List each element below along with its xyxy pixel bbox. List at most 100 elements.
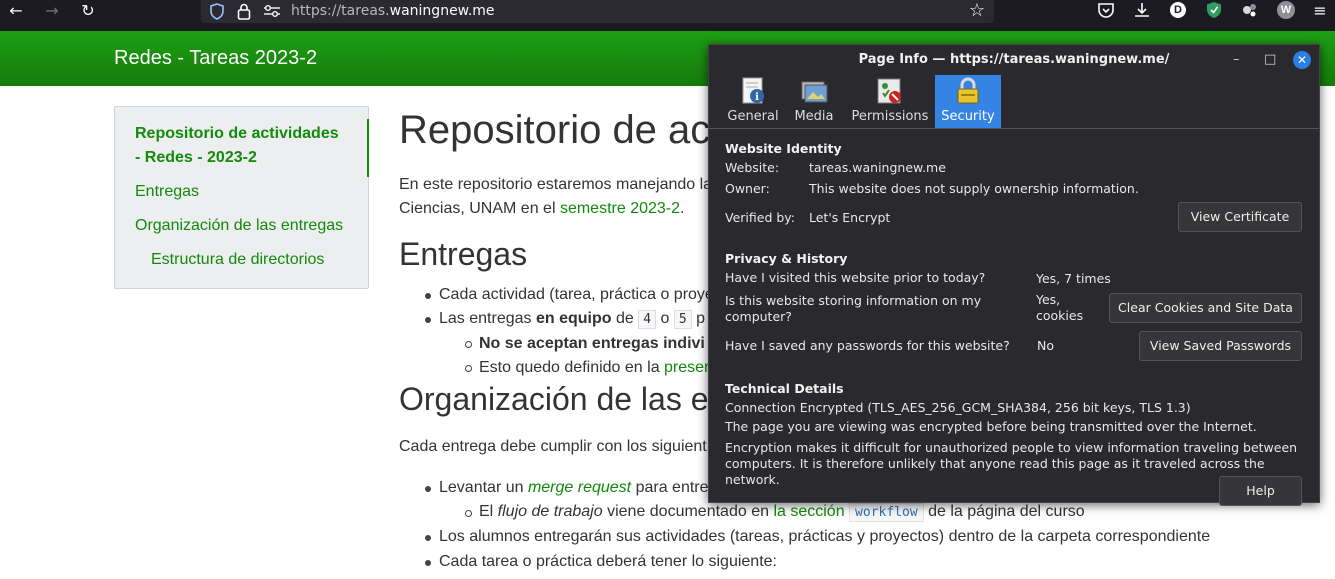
sidebar-item-line: - Redes - 2023-2 bbox=[135, 149, 257, 166]
tab-permissions[interactable]: Permissions bbox=[849, 75, 931, 128]
list-text: El bbox=[479, 503, 498, 520]
merge-request-link[interactable]: merge request bbox=[528, 479, 631, 496]
pocket-icon[interactable] bbox=[1097, 2, 1115, 19]
sidebar-item-organizacion[interactable]: Organización de las entregas bbox=[135, 214, 343, 238]
clear-cookies-button[interactable]: Clear Cookies and Site Data bbox=[1109, 293, 1302, 323]
media-icon bbox=[801, 81, 828, 103]
sub-list-item: Esto quedo definido en la preser bbox=[479, 356, 709, 380]
permissions-icon bbox=[877, 78, 901, 104]
list-text: Esto quedo definido en la bbox=[479, 359, 665, 376]
answer-line: cookies bbox=[1036, 308, 1084, 323]
workflow-code-link[interactable]: workflow bbox=[849, 503, 924, 522]
tracking-shield-icon[interactable] bbox=[209, 3, 225, 20]
bullet-dot bbox=[425, 293, 431, 299]
tab-general[interactable]: i General bbox=[723, 75, 783, 128]
menu-icon[interactable]: ≡ bbox=[1312, 0, 1328, 22]
connection-details: Connection Encrypted (TLS_AES_256_GCM_SH… bbox=[725, 400, 1191, 415]
extension-puzzle-icon[interactable] bbox=[1241, 1, 1259, 19]
owner-label: Owner: bbox=[725, 181, 770, 196]
list-text: de la página del curso bbox=[923, 503, 1085, 520]
visited-answer: Yes, 7 times bbox=[1036, 271, 1111, 286]
maximize-button[interactable]: □ bbox=[1264, 52, 1276, 67]
bullet-dot bbox=[425, 317, 431, 323]
technical-heading: Technical Details bbox=[725, 381, 844, 396]
answer-line: Yes, bbox=[1036, 292, 1061, 307]
active-item-indicator bbox=[367, 119, 369, 177]
tab-media[interactable]: Media bbox=[791, 75, 837, 128]
list-bold: en equipo bbox=[535, 310, 612, 327]
url-bar[interactable]: https://tareas.waningnew.me ☆ bbox=[201, 0, 994, 23]
storing-answer: Yes, cookies bbox=[1036, 292, 1083, 324]
tab-label: Media bbox=[794, 109, 834, 124]
verified-label: Verified by: bbox=[725, 210, 795, 225]
close-button[interactable]: ✕ bbox=[1293, 51, 1311, 69]
list-text: de bbox=[611, 310, 639, 327]
extension-shield-icon[interactable] bbox=[1206, 1, 1222, 19]
list-item: Cada actividad (tarea, práctica o proye bbox=[439, 286, 714, 303]
back-arrow-icon[interactable]: ← bbox=[6, 0, 26, 22]
list-item: Levantar un merge request para entre bbox=[439, 476, 709, 500]
explanation-line: Encryption makes it difficult for unauth… bbox=[725, 440, 1298, 455]
heading-organizacion: Organización de las e bbox=[399, 381, 709, 417]
page-info-dialog: Page Info — https://tareas.waningnew.me/… bbox=[708, 44, 1320, 506]
list-item: Cada tarea o práctica deberá tener lo si… bbox=[439, 553, 777, 570]
list-text: Levantar un bbox=[439, 479, 528, 496]
list-text: o bbox=[656, 310, 674, 327]
intro-period: . bbox=[680, 200, 685, 217]
site-title[interactable]: Redes - Tareas 2023-2 bbox=[114, 47, 317, 70]
url-host: waningnew.me bbox=[389, 3, 495, 19]
list-item: Las entregas en equipo de 4 o 5 p bbox=[439, 307, 705, 332]
list-text: p bbox=[691, 310, 705, 327]
tab-label: General bbox=[727, 109, 779, 124]
website-label: Website: bbox=[725, 160, 780, 175]
browser-toolbar: ← → ↻ https://tareas.waningnew.me ☆ D W … bbox=[0, 0, 1335, 31]
view-certificate-button[interactable]: View Certificate bbox=[1178, 202, 1302, 232]
presentation-link[interactable]: preser bbox=[664, 359, 709, 376]
list-text: Las entregas bbox=[439, 310, 536, 327]
sidebar-toc: Repositorio de actividades - Redes - 202… bbox=[114, 106, 369, 289]
permissions-icon[interactable] bbox=[263, 5, 281, 17]
organization-paragraph: Cada entrega debe cumplir con los siguie… bbox=[399, 438, 707, 455]
identity-heading: Website Identity bbox=[725, 141, 842, 156]
padlock-icon[interactable] bbox=[237, 3, 251, 20]
url-prefix: https://tareas. bbox=[291, 3, 390, 19]
tab-label: Permissions bbox=[851, 109, 929, 124]
view-passwords-button[interactable]: View Saved Passwords bbox=[1139, 331, 1302, 361]
sub-list-item: El flujo de trabajo viene documentado en… bbox=[479, 500, 1085, 525]
forward-arrow-icon[interactable]: → bbox=[42, 0, 62, 22]
downloads-icon[interactable] bbox=[1133, 1, 1151, 19]
inline-code: 4 bbox=[638, 310, 657, 329]
help-button[interactable]: Help bbox=[1219, 476, 1302, 506]
semester-link[interactable]: semestre 2023-2 bbox=[560, 200, 680, 217]
sidebar-item-line: Repositorio de actividades bbox=[135, 125, 339, 142]
extension-d-icon[interactable]: D bbox=[1170, 2, 1186, 18]
page-title: Repositorio de ac bbox=[399, 108, 711, 152]
reload-icon[interactable]: ↻ bbox=[78, 0, 98, 22]
bullet-dot bbox=[425, 535, 431, 541]
intro-line-2: Ciencias, UNAM en el semestre 2023-2. bbox=[399, 197, 684, 221]
minimize-button[interactable]: – bbox=[1233, 52, 1240, 67]
workflow-section-link[interactable]: la sección bbox=[773, 503, 844, 520]
question-line: computer? bbox=[725, 309, 792, 324]
sub-list-item: No se aceptan entregas indivi bbox=[479, 335, 705, 352]
url-text[interactable]: https://tareas.waningnew.me bbox=[291, 1, 495, 21]
svg-text:i: i bbox=[755, 92, 759, 103]
sub-bullet-circle bbox=[465, 341, 472, 348]
extension-w-icon[interactable]: W bbox=[1277, 1, 1295, 19]
passwords-question: Have I saved any passwords for this webs… bbox=[725, 338, 1010, 353]
sub-bullet-circle bbox=[465, 365, 472, 372]
list-text: viene documentado en bbox=[602, 503, 774, 520]
extension-w-label: W bbox=[1280, 4, 1292, 16]
padlock-icon bbox=[957, 77, 979, 104]
dialog-tabs: i General Media Permissions Security bbox=[709, 75, 1319, 129]
visited-question: Have I visited this website prior to tod… bbox=[725, 270, 986, 285]
list-emphasis: flujo de trabajo bbox=[497, 503, 603, 520]
bookmark-star-icon[interactable]: ☆ bbox=[965, 0, 989, 22]
tab-security[interactable]: Security bbox=[935, 75, 1001, 128]
sidebar-item-estructura[interactable]: Estructura de directorios bbox=[151, 248, 324, 272]
dialog-title: Page Info — https://tareas.waningnew.me/ bbox=[858, 52, 1170, 67]
sidebar-item-entregas[interactable]: Entregas bbox=[135, 180, 199, 204]
sidebar-item-repositorio[interactable]: Repositorio de actividades - Redes - 202… bbox=[135, 122, 339, 170]
storing-question: Is this website storing information on m… bbox=[725, 293, 981, 325]
bullet-dot bbox=[425, 486, 431, 492]
